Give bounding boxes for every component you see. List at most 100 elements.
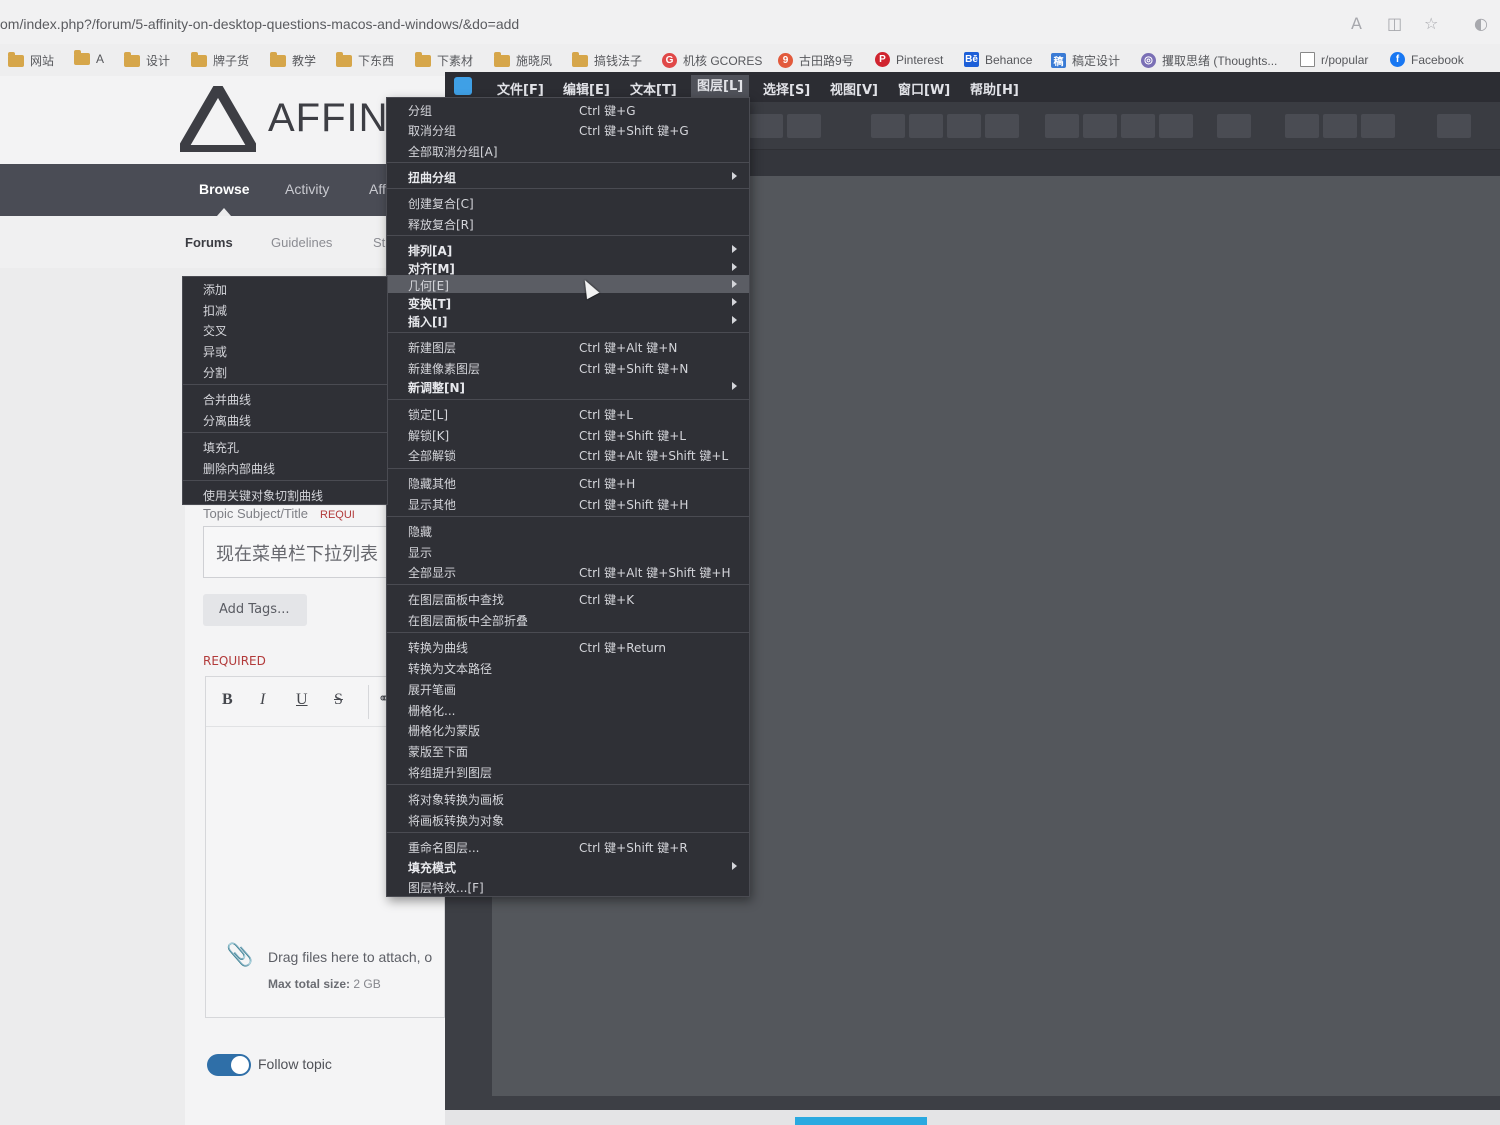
bookmark-item[interactable]: 教学	[270, 51, 316, 69]
menu-text[interactable]: 文本[T]	[630, 79, 677, 98]
menu-item-convert-to-text-path[interactable]: 转换为文本路径	[387, 658, 749, 676]
strikethrough-button[interactable]: S	[334, 691, 343, 709]
menu-file[interactable]: 文件[F]	[497, 79, 544, 98]
reading-view-icon[interactable]: ◫	[1387, 14, 1402, 33]
browser-address-bar[interactable]: om/index.php?/forum/5-affinity-on-deskto…	[0, 0, 1500, 44]
italic-button[interactable]: I	[260, 691, 265, 709]
toolbar-button[interactable]	[749, 114, 783, 138]
geometry-cut-with-key-object[interactable]: 使用关键对象切割曲线	[183, 485, 387, 503]
menu-item-rename-layer[interactable]: 重命名图层... Ctrl 键+Shift 键+R	[387, 837, 749, 855]
brand-name[interactable]: AFFINI	[268, 96, 401, 141]
bookmark-item[interactable]: 设计	[124, 51, 170, 69]
toolbar-button[interactable]	[1159, 114, 1193, 138]
bookmark-item[interactable]: Bē Behance	[964, 52, 1032, 67]
bookmark-item[interactable]: 网站	[8, 51, 54, 69]
read-aloud-icon[interactable]: A	[1351, 14, 1362, 33]
bookmark-item[interactable]: 牌子货	[191, 51, 249, 69]
menu-item-show[interactable]: 显示	[387, 542, 749, 560]
subnav-more[interactable]: St	[373, 235, 385, 250]
menu-select[interactable]: 选择[S]	[763, 79, 810, 98]
bookmark-item[interactable]: 稿稿定设计	[1051, 52, 1120, 69]
menu-item-insert[interactable]: 插入[I]	[387, 311, 749, 329]
follow-topic-toggle[interactable]	[207, 1054, 251, 1076]
menu-item-arrange[interactable]: 排列[A]	[387, 240, 749, 258]
menu-window[interactable]: 窗口[W]	[898, 79, 950, 98]
geometry-add[interactable]: 添加	[183, 279, 387, 297]
menu-item-transform[interactable]: 变换[T]	[387, 293, 749, 311]
nav-browse[interactable]: Browse	[199, 181, 250, 197]
geometry-remove-inner-curves[interactable]: 删除内部曲线	[183, 458, 387, 476]
menu-edit[interactable]: 编辑[E]	[563, 79, 610, 98]
toolbar-button[interactable]	[985, 114, 1019, 138]
menu-item-create-compound[interactable]: 创建复合[C]	[387, 193, 749, 211]
geometry-fill-holes[interactable]: 填充孔	[183, 437, 387, 455]
menu-item-show-all[interactable]: 全部显示 Ctrl 键+Alt 键+Shift 键+H	[387, 562, 749, 580]
menu-item-expand-stroke[interactable]: 展开笔画	[387, 679, 749, 697]
bookmark-item[interactable]: 9 古田路9号	[778, 52, 854, 69]
geometry-intersect[interactable]: 交叉	[183, 320, 387, 338]
add-tags-button[interactable]: Add Tags...	[203, 594, 307, 626]
underline-button[interactable]: U	[296, 691, 308, 709]
bookmark-item[interactable]: 施晓凤	[494, 51, 552, 69]
bookmark-item[interactable]: 搞钱法子	[572, 51, 642, 69]
menu-item-geometry[interactable]: 几何[E]	[387, 275, 749, 293]
geometry-subtract[interactable]: 扣减	[183, 300, 387, 318]
menu-item-layer-effects[interactable]: 图层特效...[F]	[387, 877, 749, 895]
menu-item-convert-to-curves[interactable]: 转换为曲线 Ctrl 键+Return	[387, 637, 749, 655]
menu-item-new-adjustment[interactable]: 新调整[N]	[387, 377, 749, 395]
menu-layer[interactable]: 图层[L]	[691, 75, 750, 98]
menu-item-hide[interactable]: 隐藏	[387, 521, 749, 539]
menu-item-find-in-layers[interactable]: 在图层面板中查找 Ctrl 键+K	[387, 589, 749, 607]
menu-item-hide-others[interactable]: 隐藏其他 Ctrl 键+H	[387, 473, 749, 491]
bookmark-item[interactable]: r/popular	[1300, 52, 1368, 67]
menu-item-show-others[interactable]: 显示其他 Ctrl 键+Shift 键+H	[387, 494, 749, 512]
menu-item-collapse-all-layers[interactable]: 在图层面板中全部折叠	[387, 610, 749, 628]
toolbar-button[interactable]	[1437, 114, 1471, 138]
subnav-forums[interactable]: Forums	[185, 235, 233, 250]
menu-item-rasterize-to-mask[interactable]: 栅格化为蒙版	[387, 720, 749, 738]
menu-item-align[interactable]: 对齐[M]	[387, 258, 749, 276]
bold-button[interactable]: B	[222, 691, 233, 709]
menu-item-warp-group[interactable]: 扭曲分组	[387, 167, 749, 185]
geometry-xor[interactable]: 异或	[183, 341, 387, 359]
toolbar-button[interactable]	[787, 114, 821, 138]
bookmark-item[interactable]: 下东西	[336, 51, 394, 69]
toolbar-button[interactable]	[1083, 114, 1117, 138]
favorite-star-icon[interactable]: ☆	[1424, 14, 1438, 33]
menu-item-fill-mode[interactable]: 填充模式	[387, 857, 749, 875]
affinity-logo-icon[interactable]	[180, 86, 256, 152]
menu-item-rasterize[interactable]: 栅格化...	[387, 700, 749, 718]
extension-icon[interactable]: ◐	[1474, 14, 1488, 33]
bookmark-item[interactable]: P Pinterest	[875, 52, 943, 67]
bookmark-item[interactable]: G 机核 GCORES	[662, 52, 762, 69]
toolbar-button[interactable]	[1285, 114, 1319, 138]
menu-item-ungroup[interactable]: 取消分组 Ctrl 键+Shift 键+G	[387, 120, 749, 138]
menu-view[interactable]: 视图[V]	[830, 79, 878, 98]
menu-item-unlock-all[interactable]: 全部解锁 Ctrl 键+Alt 键+Shift 键+L	[387, 445, 749, 463]
url-text[interactable]: om/index.php?/forum/5-affinity-on-deskto…	[0, 16, 519, 32]
toolbar-button[interactable]	[1361, 114, 1395, 138]
menu-help[interactable]: 帮助[H]	[970, 79, 1019, 98]
toolbar-button[interactable]	[909, 114, 943, 138]
menu-item-promote-group[interactable]: 将组提升到图层	[387, 762, 749, 780]
toolbar-button[interactable]	[871, 114, 905, 138]
affinity-app-icon[interactable]	[454, 77, 472, 95]
toolbar-button[interactable]	[1323, 114, 1357, 138]
nav-affinity[interactable]: Aff	[369, 181, 386, 197]
bookmark-item[interactable]: A	[74, 50, 104, 66]
menu-item-group[interactable]: 分组 Ctrl 键+G	[387, 100, 749, 118]
bookmark-item[interactable]: f Facebook	[1390, 52, 1464, 67]
toolbar-button[interactable]	[1121, 114, 1155, 138]
menu-item-mask-to-below[interactable]: 蒙版至下面	[387, 741, 749, 759]
menu-item-ungroup-all[interactable]: 全部取消分组[A]	[387, 141, 749, 159]
subnav-guidelines[interactable]: Guidelines	[271, 235, 332, 250]
bookmark-item[interactable]: ◎ 攫取思绪 (Thoughts...	[1141, 52, 1277, 69]
menu-item-new-pixel-layer[interactable]: 新建像素图层 Ctrl 键+Shift 键+N	[387, 358, 749, 376]
toolbar-button[interactable]	[1045, 114, 1079, 138]
menu-item-unlock[interactable]: 解锁[K] Ctrl 键+Shift 键+L	[387, 425, 749, 443]
geometry-divide[interactable]: 分割	[183, 362, 387, 380]
geometry-separate-curves[interactable]: 分离曲线	[183, 410, 387, 428]
menu-item-object-to-artboard[interactable]: 将对象转换为画板	[387, 789, 749, 807]
menu-item-release-compound[interactable]: 释放复合[R]	[387, 214, 749, 232]
nav-activity[interactable]: Activity	[285, 181, 329, 197]
